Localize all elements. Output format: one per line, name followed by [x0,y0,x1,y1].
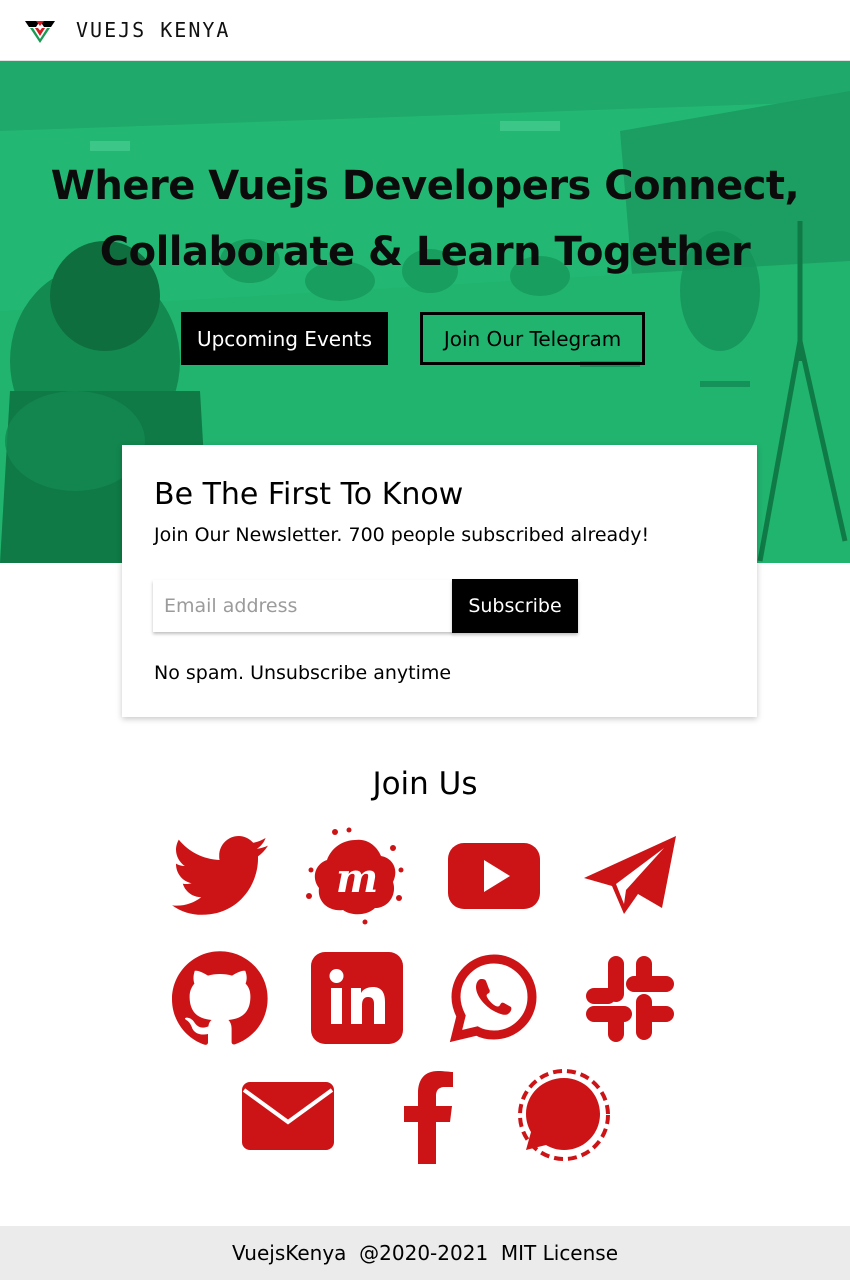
join-us-title: Join Us [372,766,478,802]
slack-icon[interactable] [580,948,680,1048]
telegram-icon[interactable] [580,826,680,926]
brand-name[interactable]: VUEJS KENYA [76,18,230,42]
hero-title-line2: Collaborate & Learn Together [99,229,751,275]
newsletter-card: Be The First To Know Join Our Newsletter… [122,445,757,717]
signal-icon[interactable] [512,1066,612,1166]
email-input[interactable] [153,580,453,632]
hero-title: Where Vuejs Developers Connect, Collabor… [0,153,850,285]
join-telegram-button[interactable]: Join Our Telegram [420,312,645,365]
newsletter-subheading: Join Our Newsletter. 700 people subscrib… [154,524,650,546]
newsletter-heading: Be The First To Know [154,477,464,512]
hero-title-line1: Where Vuejs Developers Connect, [50,163,800,209]
vuejs-kenya-logo-icon[interactable] [22,12,58,48]
meetup-icon[interactable]: m [305,826,405,926]
twitter-icon[interactable] [170,826,270,926]
github-icon[interactable] [170,948,270,1048]
linkedin-icon[interactable] [307,948,407,1048]
footer: VuejsKenya @2020-2021 MIT License [0,1226,850,1280]
footer-text: VuejsKenya @2020-2021 MIT License [231,1241,619,1265]
newsletter-note: No spam. Unsubscribe anytime [154,662,452,684]
facebook-icon[interactable] [376,1066,476,1166]
youtube-icon[interactable] [444,826,544,926]
navbar: VUEJS KENYA [0,0,850,61]
email-icon[interactable] [238,1066,338,1166]
svg-text:m: m [336,855,378,902]
whatsapp-icon[interactable] [444,948,544,1048]
subscribe-button[interactable]: Subscribe [452,579,578,633]
upcoming-events-button[interactable]: Upcoming Events [181,312,388,365]
